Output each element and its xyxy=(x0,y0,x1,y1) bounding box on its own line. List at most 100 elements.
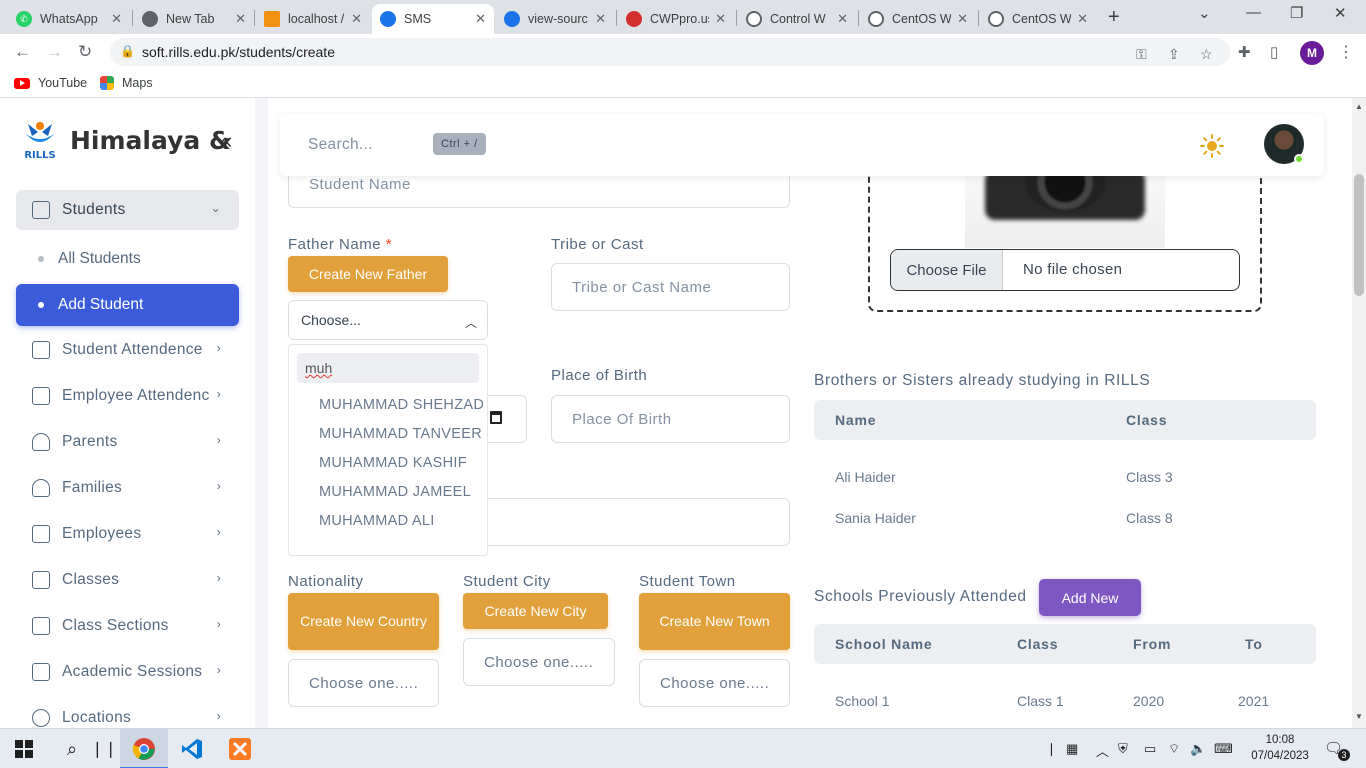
globe-icon xyxy=(32,709,50,727)
bookmark-star-icon[interactable]: ☆ xyxy=(1200,46,1213,63)
father-option[interactable]: MUHAMMAD KASHIF xyxy=(319,455,483,471)
tribe-input[interactable]: Tribe or Cast Name xyxy=(551,263,790,311)
father-search-input[interactable]: muh xyxy=(297,353,479,383)
tab-new-tab[interactable]: New Tab ✕ xyxy=(134,4,254,34)
tab-centos-2[interactable]: CentOS W ✕ xyxy=(980,4,1096,34)
scroll-down-icon[interactable]: ▼ xyxy=(1355,712,1363,721)
sidebar-item-locations[interactable]: Locations › xyxy=(16,698,239,728)
battery-icon[interactable]: ▭ xyxy=(1144,741,1156,757)
vscode-taskbar-icon[interactable] xyxy=(180,737,204,761)
minimize-icon[interactable]: — xyxy=(1246,4,1261,21)
tab-centos-1[interactable]: CentOS W ✕ xyxy=(860,4,976,34)
chevron-right-icon: › xyxy=(216,617,221,631)
phpmyadmin-icon xyxy=(264,11,280,27)
father-option[interactable]: MUHAMMAD SHEHZAD xyxy=(319,397,483,413)
calendar-icon[interactable] xyxy=(490,411,502,424)
chevron-up-icon[interactable]: ︿ xyxy=(1096,741,1109,760)
keyboard-tray-icon[interactable]: ▦ xyxy=(1066,741,1078,757)
volume-icon[interactable]: 🔈 xyxy=(1190,741,1206,757)
archive-icon xyxy=(32,617,50,635)
sidebar-item-parents[interactable]: Parents › xyxy=(16,422,239,462)
side-panel-icon[interactable]: ▯ xyxy=(1270,43,1278,61)
father-select[interactable]: Choose... ︿ xyxy=(288,300,488,340)
close-icon[interactable]: ✕ xyxy=(235,11,246,27)
input-keyboard-icon[interactable]: ⌨ xyxy=(1214,741,1233,757)
restore-icon[interactable]: ❐ xyxy=(1290,4,1303,22)
tab-control-web[interactable]: Control W ✕ xyxy=(738,4,856,34)
tab-search-chevron-icon[interactable]: ⌄ xyxy=(1198,4,1211,22)
father-option[interactable]: MUHAMMAD JAMEEL xyxy=(319,484,483,500)
forward-icon[interactable]: → xyxy=(46,42,63,62)
create-new-city-button[interactable]: Create New City xyxy=(463,593,608,629)
siblings-title: Brothers or Sisters already studying in … xyxy=(814,372,1151,389)
close-icon[interactable]: ✕ xyxy=(351,11,362,27)
father-option[interactable]: MUHAMMAD ALI xyxy=(319,513,483,529)
sidebar-item-students[interactable]: Students ⌄ xyxy=(16,190,239,230)
tab-localhost[interactable]: localhost / ✕ xyxy=(256,4,370,34)
sidebar-item-families[interactable]: Families › xyxy=(16,468,239,508)
chevron-right-icon: › xyxy=(216,709,221,723)
task-view-icon[interactable]: ❘❘ xyxy=(91,737,118,761)
rills-logo: RILLS xyxy=(22,120,58,161)
scroll-thumb[interactable] xyxy=(1354,174,1364,296)
create-new-country-button[interactable]: Create New Country xyxy=(288,593,439,650)
add-new-school-button[interactable]: Add New xyxy=(1039,579,1141,616)
sidebar-item-classes[interactable]: Classes › xyxy=(16,560,239,600)
photo-file-input[interactable]: Choose File No file chosen xyxy=(890,249,1240,291)
collapse-sidebar-icon[interactable]: « xyxy=(220,128,232,154)
tab-cwppro[interactable]: CWPpro.us ✕ xyxy=(618,4,734,34)
page-scrollbar[interactable]: ▲ ▼ xyxy=(1352,98,1366,728)
tab-whatsapp[interactable]: ✆ WhatsApp ✕ xyxy=(8,4,130,34)
close-icon[interactable]: ✕ xyxy=(111,11,122,27)
tab-view-source[interactable]: view-sourc ✕ xyxy=(496,4,614,34)
url-field[interactable]: 🔒 soft.rills.edu.pk/students/create ⚿ ⇪ … xyxy=(110,38,1230,66)
reload-icon[interactable]: ↻ xyxy=(78,42,92,62)
sidebar-item-employees[interactable]: Employees › xyxy=(16,514,239,554)
sidebar-item-add-student[interactable]: Add Student xyxy=(16,284,239,326)
security-tray-icon[interactable]: ⛨ xyxy=(1118,741,1128,757)
close-icon[interactable]: ✕ xyxy=(475,11,486,27)
taskbar-clock[interactable]: 10:08 07/04/2023 xyxy=(1250,732,1310,764)
nationality-select[interactable]: Choose one..... xyxy=(288,659,439,707)
share-icon[interactable]: ⇪ xyxy=(1168,46,1180,63)
sidebar-item-class-sections[interactable]: Class Sections › xyxy=(16,606,239,646)
close-icon[interactable]: ✕ xyxy=(837,11,848,27)
sidebar-item-student-attendence[interactable]: Student Attendence › xyxy=(16,330,239,370)
chrome-taskbar-icon[interactable] xyxy=(132,737,156,761)
close-window-icon[interactable]: ✕ xyxy=(1334,4,1347,22)
close-icon[interactable]: ✕ xyxy=(715,11,726,27)
lock-icon[interactable]: 🔒 xyxy=(120,44,135,58)
xampp-taskbar-icon[interactable] xyxy=(228,737,252,761)
sidebar-item-employee-attendence[interactable]: Employee Attendence › xyxy=(16,376,239,416)
sun-icon[interactable] xyxy=(1200,134,1224,158)
wifi-icon[interactable]: ⌔ xyxy=(1168,741,1180,757)
choose-file-button[interactable]: Choose File xyxy=(891,250,1003,290)
sidebar-item-all-students[interactable]: All Students xyxy=(16,238,239,280)
bookmark-youtube[interactable]: YouTube xyxy=(14,76,87,90)
father-option[interactable]: MUHAMMAD TANVEER xyxy=(319,426,483,442)
windows-start-icon[interactable] xyxy=(12,737,36,761)
close-icon[interactable]: ✕ xyxy=(1077,11,1088,27)
create-new-father-button[interactable]: Create New Father xyxy=(288,256,448,292)
app-viewport: RILLS Himalaya & « Students ⌄ All Studen… xyxy=(0,98,1366,728)
back-icon[interactable]: ← xyxy=(14,42,31,62)
place-of-birth-input[interactable]: Place Of Birth xyxy=(551,395,790,443)
new-tab-plus-icon[interactable]: + xyxy=(1108,6,1120,29)
extensions-icon[interactable]: ✚ xyxy=(1238,43,1251,61)
online-status-dot xyxy=(1294,154,1304,164)
sidebar-item-academic-sessions[interactable]: Academic Sessions › xyxy=(16,652,239,692)
key-icon[interactable]: ⚿ xyxy=(1136,46,1147,63)
city-select[interactable]: Choose one..... xyxy=(463,638,615,686)
tab-sms[interactable]: SMS ✕ xyxy=(372,4,494,34)
bookmark-maps[interactable]: Maps xyxy=(100,76,153,90)
town-select[interactable]: Choose one..... xyxy=(639,659,790,707)
close-icon[interactable]: ✕ xyxy=(595,11,606,27)
search-input[interactable]: Search... xyxy=(308,136,373,154)
search-icon[interactable]: ⌕ xyxy=(60,737,84,761)
whatsapp-icon: ✆ xyxy=(16,11,32,27)
browser-menu-icon[interactable]: ⋮ xyxy=(1338,42,1354,62)
create-new-town-button[interactable]: Create New Town xyxy=(639,593,790,650)
close-icon[interactable]: ✕ xyxy=(957,11,968,27)
scroll-up-icon[interactable]: ▲ xyxy=(1355,102,1363,111)
profile-avatar[interactable]: M xyxy=(1300,41,1324,65)
